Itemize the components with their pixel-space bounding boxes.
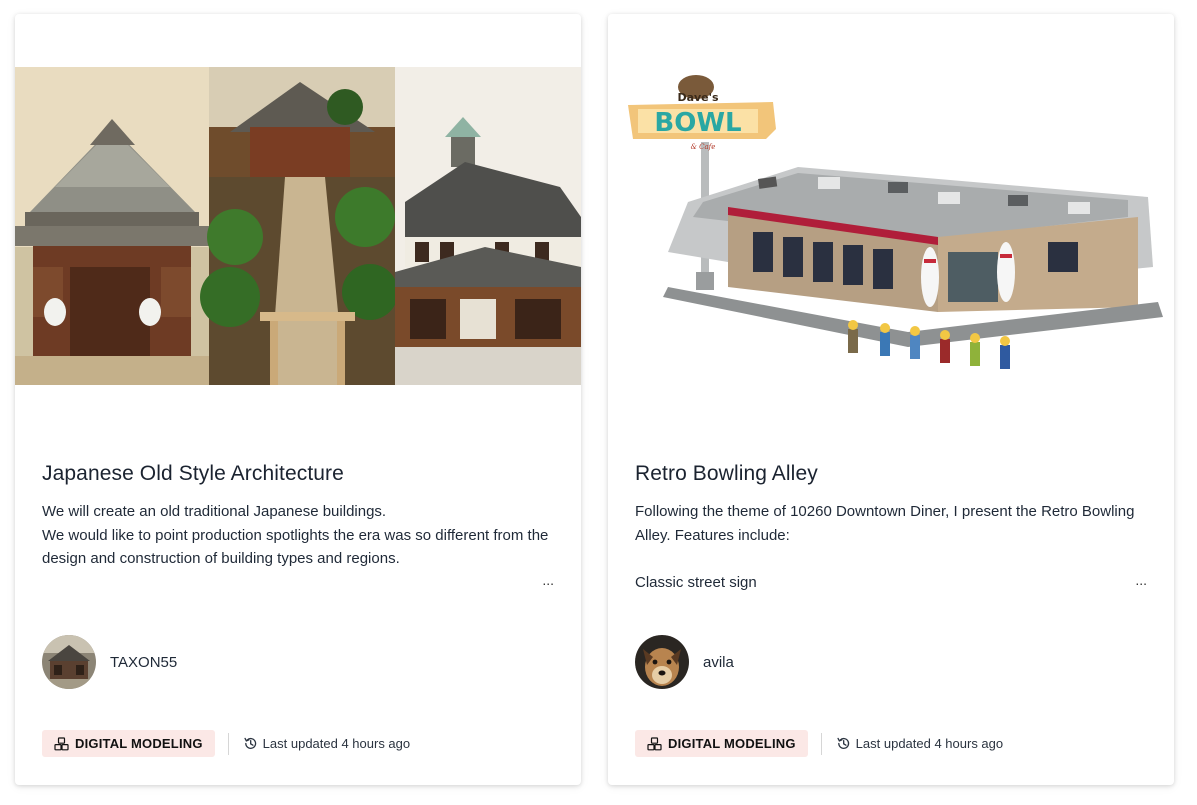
project-title[interactable]: Retro Bowling Alley <box>635 462 818 486</box>
last-updated: Last updated 4 hours ago <box>836 736 1003 751</box>
project-title[interactable]: Japanese Old Style Architecture <box>42 462 344 486</box>
description-line <box>635 547 1150 571</box>
description-line: We would like to point production spotli… <box>42 526 549 568</box>
last-updated: Last updated 4 hours ago <box>243 736 410 751</box>
project-image-japanese[interactable] <box>15 67 581 385</box>
project-card-bowling[interactable]: Dave's BOWL & Cafe Retro Bowling Alley F… <box>608 14 1174 785</box>
cubes-icon <box>647 736 662 750</box>
avatar[interactable] <box>42 635 96 689</box>
description-line: We will create an old traditional Japane… <box>42 503 387 520</box>
more-ellipsis: ... <box>1135 572 1147 588</box>
footer-divider <box>820 732 822 755</box>
category-tag-label: DIGITAL MODELING <box>75 736 203 751</box>
sign-text-top: Dave's <box>677 91 719 104</box>
author-info[interactable]: TAXON55 <box>42 635 177 689</box>
project-card-japanese[interactable]: Japanese Old Style Architecture We will … <box>15 14 581 785</box>
last-updated-text: Last updated 4 hours ago <box>262 736 411 751</box>
card-footer: DIGITAL MODELING Last updated 4 hours ag… <box>635 730 1003 757</box>
category-tag-label: DIGITAL MODELING <box>668 736 796 751</box>
history-icon <box>244 737 256 749</box>
description-line: Following the theme of 10260 Downtown Di… <box>635 503 1135 544</box>
last-updated-text: Last updated 4 hours ago <box>855 736 1004 751</box>
project-description: Following the theme of 10260 Downtown Di… <box>635 500 1150 594</box>
sign-text-main: BOWL <box>654 108 741 138</box>
description-line: Classic street sign <box>635 573 757 591</box>
cubes-icon <box>54 736 69 750</box>
project-image-bowling[interactable]: Dave's BOWL & Cafe <box>608 67 1174 385</box>
history-icon <box>837 737 849 749</box>
card-footer: DIGITAL MODELING Last updated 4 hours ag… <box>42 730 410 757</box>
more-ellipsis: ... <box>542 572 554 588</box>
author-name[interactable]: TAXON55 <box>110 654 177 671</box>
project-description: We will create an old traditional Japane… <box>42 500 557 571</box>
sign-text-sub: & Cafe <box>691 143 716 151</box>
footer-divider <box>227 732 229 755</box>
avatar[interactable] <box>635 635 689 689</box>
author-name[interactable]: avila <box>703 654 734 671</box>
category-tag[interactable]: DIGITAL MODELING <box>42 730 215 757</box>
author-info[interactable]: avila <box>635 635 734 689</box>
category-tag[interactable]: DIGITAL MODELING <box>635 730 808 757</box>
